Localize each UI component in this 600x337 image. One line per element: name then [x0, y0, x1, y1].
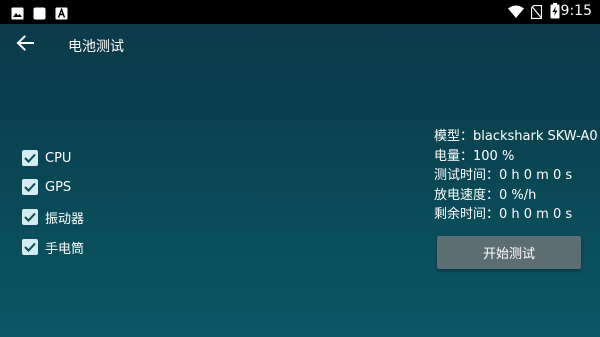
- square-notification-icon: [33, 5, 46, 20]
- discharge-rate-text: 放电速度：0 %/h: [434, 187, 537, 203]
- font-app-icon: [55, 5, 68, 20]
- option-label: CPU: [45, 150, 72, 166]
- option-label: 手电筒: [45, 241, 85, 257]
- app-bar: 电池测试: [0, 24, 600, 66]
- gallery-icon: [11, 5, 24, 20]
- model-text: 模型：blackshark SKW-A0: [434, 129, 598, 144]
- option-gps[interactable]: GPS: [22, 178, 71, 196]
- remaining-time-text: 剩余时间：0 h 0 m 0 s: [434, 207, 573, 222]
- checkbox-checked-icon[interactable]: [22, 209, 38, 225]
- status-bar: 9:15: [0, 0, 600, 24]
- option-vibrator[interactable]: 振动器: [22, 208, 85, 227]
- back-button[interactable]: [10, 32, 40, 58]
- battery-charging-icon: [550, 3, 560, 19]
- page-title: 电池测试: [68, 39, 124, 55]
- checkbox-checked-icon[interactable]: [22, 179, 38, 195]
- start-test-button[interactable]: 开始测试: [437, 236, 581, 269]
- checkbox-checked-icon[interactable]: [22, 239, 38, 255]
- option-cpu[interactable]: CPU: [22, 149, 71, 167]
- no-sim-icon: [530, 4, 543, 20]
- battery-level-text: 电量：100 %: [434, 148, 515, 164]
- test-time-text: 测试时间：0 h 0 m 0 s: [434, 168, 573, 183]
- option-label: GPS: [45, 179, 72, 195]
- status-time: 9:15: [560, 3, 592, 19]
- checkbox-checked-icon[interactable]: [22, 150, 38, 166]
- arrow-back-icon: [16, 35, 34, 55]
- wifi-icon: [508, 4, 524, 18]
- option-flashlight[interactable]: 手电筒: [22, 238, 85, 257]
- option-label: 振动器: [45, 211, 85, 227]
- battery-info-panel: 模型：blackshark SKW-A0 电量：100 % 测试时间：0 h 0…: [434, 127, 598, 225]
